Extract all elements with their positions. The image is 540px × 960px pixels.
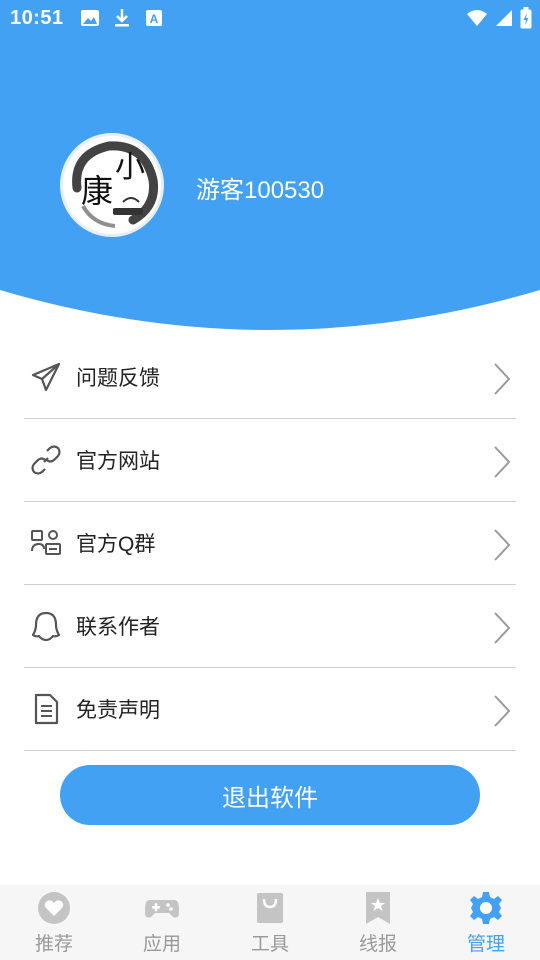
menu-item-qq-group[interactable]: 官方Q群: [24, 502, 516, 585]
bookmark-icon: [364, 891, 392, 925]
profile-header: 10:51 A 小 康 游客100530: [0, 0, 540, 340]
menu-label: 免责声明: [76, 699, 160, 722]
nav-label: 工具: [250, 934, 289, 955]
chevron-right-icon: [494, 446, 511, 478]
nav-item-news[interactable]: 线报: [324, 885, 432, 960]
wifi-icon: [467, 10, 487, 26]
menu-item-feedback[interactable]: 问题反馈: [24, 336, 516, 419]
nav-label: 推荐: [34, 934, 73, 955]
avatar-char-2: 康: [81, 172, 114, 210]
status-bar: 10:51 A: [0, 0, 540, 36]
svg-text:A: A: [150, 12, 159, 26]
settings-menu: 问题反馈 官方网站 官方Q群 联系作者 免责声明: [24, 336, 516, 751]
nav-item-manage[interactable]: 管理: [432, 885, 540, 960]
signal-icon: [496, 10, 512, 26]
nav-label: 线报: [358, 934, 397, 955]
battery-icon: [520, 7, 532, 29]
chevron-right-icon: [494, 529, 511, 561]
group-icon: [28, 525, 64, 561]
username: 游客100530: [196, 177, 325, 204]
menu-item-contact-author[interactable]: 联系作者: [24, 585, 516, 668]
bag-icon: [255, 891, 285, 925]
qq-icon: [28, 608, 64, 644]
chevron-right-icon: [494, 695, 511, 727]
download-icon: [115, 9, 129, 27]
avatar-char-1: 小: [115, 150, 145, 185]
document-icon: [28, 691, 64, 727]
link-icon: [28, 442, 64, 478]
menu-item-disclaimer[interactable]: 免责声明: [24, 668, 516, 751]
gamepad-icon: [144, 891, 180, 925]
avatar[interactable]: 小 康: [60, 133, 164, 237]
nav-label: 管理: [466, 934, 505, 955]
nav-item-apps[interactable]: 应用: [108, 885, 216, 960]
nav-item-recommend[interactable]: 推荐: [0, 885, 108, 960]
nav-item-tools[interactable]: 工具: [216, 885, 324, 960]
chevron-right-icon: [494, 363, 511, 395]
paper-plane-icon: [28, 359, 64, 395]
menu-label: 官方Q群: [76, 533, 156, 556]
heart-icon: [37, 891, 71, 925]
status-time: 10:51: [10, 7, 64, 29]
chevron-right-icon: [494, 612, 511, 644]
menu-item-website[interactable]: 官方网站: [24, 419, 516, 502]
font-icon: A: [146, 10, 162, 26]
logout-button[interactable]: 退出软件: [60, 765, 480, 825]
image-icon: [81, 10, 99, 26]
bottom-nav: 推荐 应用 工具 线报 管理: [0, 885, 540, 960]
menu-label: 联系作者: [76, 616, 160, 639]
gear-icon: [469, 891, 503, 925]
menu-label: 问题反馈: [76, 367, 160, 390]
nav-label: 应用: [142, 934, 181, 955]
menu-label: 官方网站: [76, 450, 160, 473]
